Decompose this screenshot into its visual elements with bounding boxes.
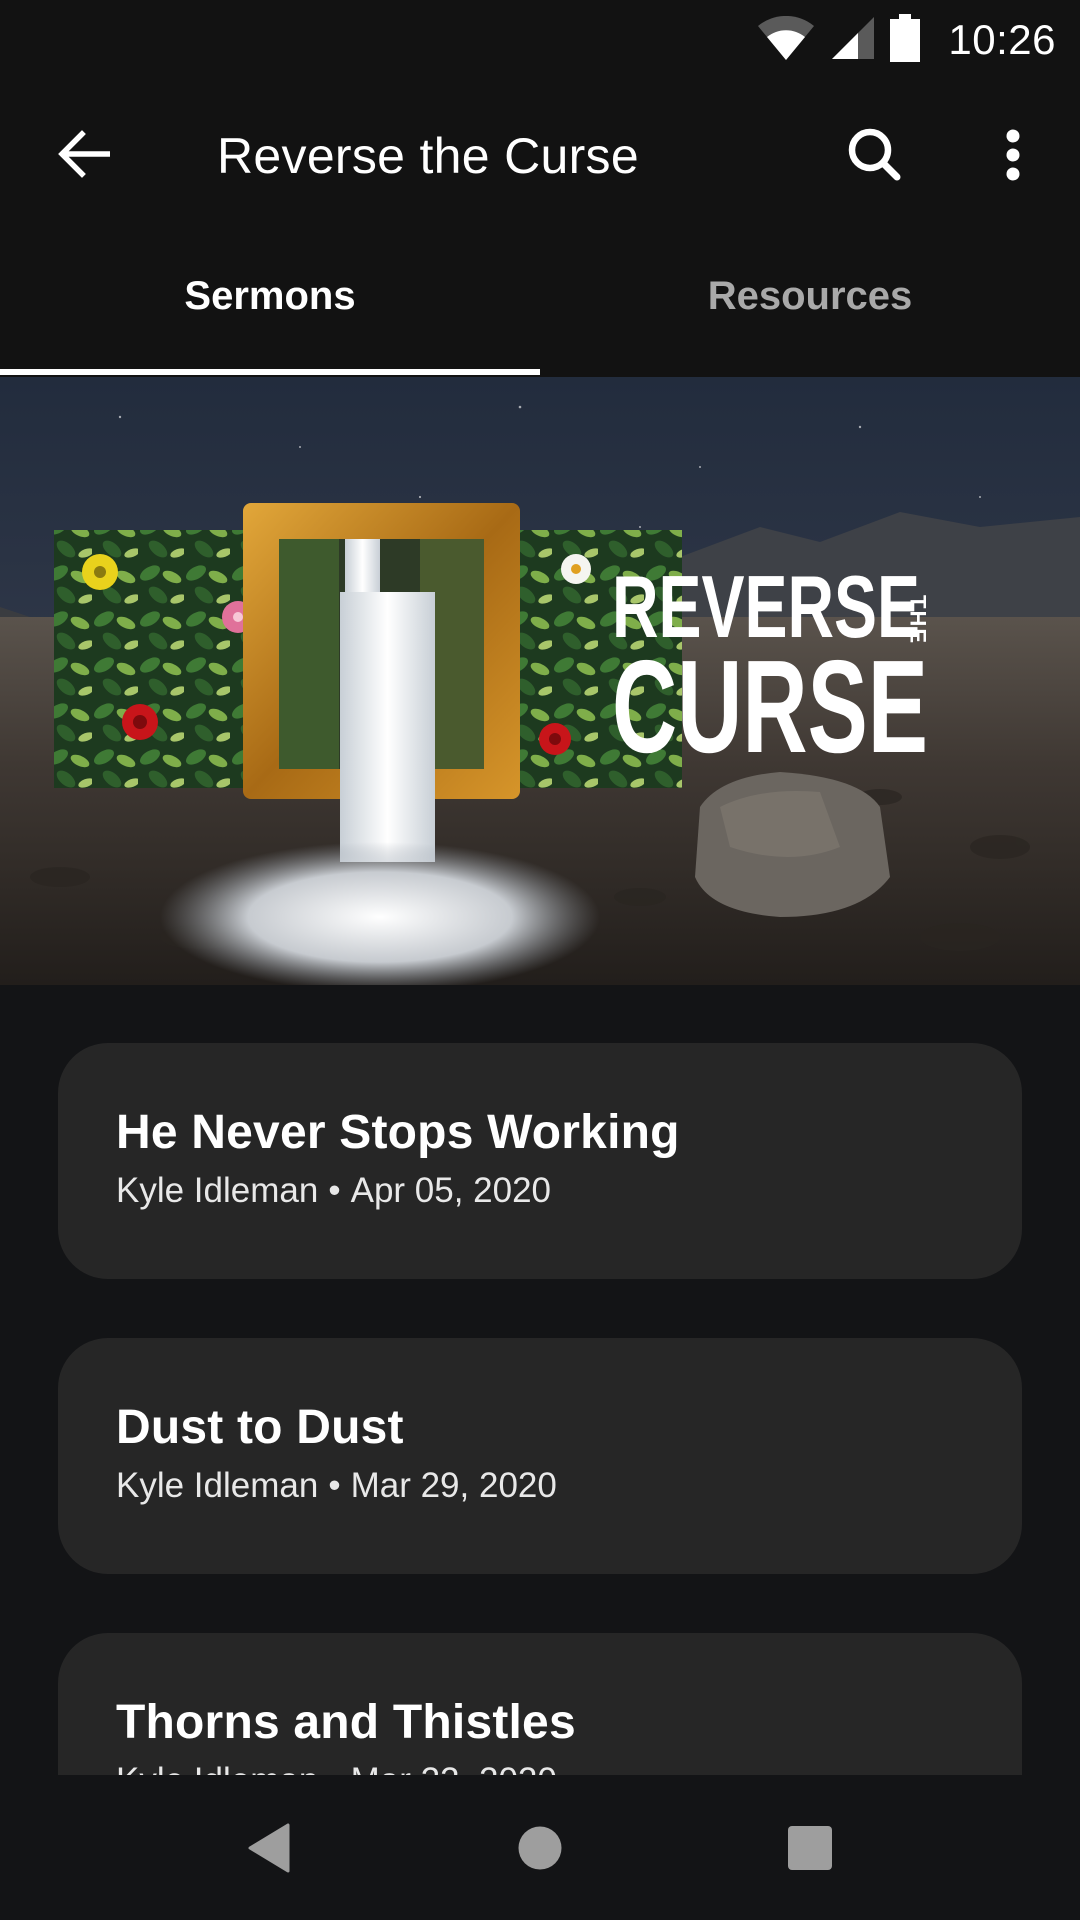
sermon-speaker: Kyle Idleman bbox=[116, 1761, 318, 1775]
more-vertical-icon bbox=[1005, 129, 1021, 186]
tab-bar: Sermons Resources bbox=[0, 230, 1080, 377]
sermon-card[interactable]: He Never Stops Working Kyle Idleman • Apr … bbox=[58, 1043, 1022, 1279]
tab-sermons-label: Sermons bbox=[184, 274, 356, 318]
back-button[interactable] bbox=[52, 124, 116, 188]
wifi-icon bbox=[756, 15, 816, 65]
sermon-meta: Kyle Idleman • Mar 22, 2020 bbox=[116, 1761, 557, 1775]
sermon-date: Mar 29, 2020 bbox=[350, 1466, 557, 1505]
search-icon bbox=[847, 127, 903, 188]
sermon-card[interactable]: Dust to Dust Kyle Idleman • Mar 29, 2020 bbox=[58, 1338, 1022, 1574]
sermon-speaker: Kyle Idleman bbox=[116, 1466, 319, 1505]
nav-recents-icon bbox=[787, 1825, 833, 1876]
status-time: 10:26 bbox=[948, 16, 1056, 63]
tab-resources[interactable]: Resources bbox=[540, 230, 1080, 377]
active-tab-indicator bbox=[0, 369, 540, 375]
sermon-title: Thorns and Thistles bbox=[116, 1696, 576, 1749]
sermon-date: Mar 22, 2020 bbox=[351, 1761, 557, 1775]
sermon-meta: Kyle Idleman • Mar 29, 2020 bbox=[116, 1466, 557, 1506]
sermon-list: He Never Stops Working Kyle Idleman • Apr … bbox=[0, 985, 1080, 1775]
nav-recents-button[interactable] bbox=[770, 1815, 850, 1885]
status-bar: 10:26 bbox=[0, 0, 1080, 80]
sermon-title: Dust to Dust bbox=[116, 1401, 404, 1454]
arrow-left-icon bbox=[58, 128, 111, 185]
separator-dot: • bbox=[328, 1761, 340, 1775]
nav-home-icon bbox=[517, 1825, 563, 1876]
nav-back-icon bbox=[246, 1823, 290, 1878]
sermon-date: Apr 05, 2020 bbox=[350, 1171, 552, 1210]
more-options-button[interactable] bbox=[985, 122, 1041, 192]
separator-dot: • bbox=[328, 1466, 341, 1505]
system-navigation-bar bbox=[0, 1775, 1080, 1920]
banner-artwork: REVERSE THE CURSE bbox=[0, 377, 1080, 985]
search-button[interactable] bbox=[840, 122, 910, 192]
sermon-meta: Kyle Idleman • Apr 05, 2020 bbox=[116, 1171, 551, 1211]
sermon-card[interactable]: Thorns and Thistles Kyle Idleman • Mar 22,… bbox=[58, 1633, 1022, 1775]
nav-home-button[interactable] bbox=[500, 1815, 580, 1885]
tab-resources-label: Resources bbox=[707, 274, 913, 318]
status-icons: 10:26 bbox=[756, 10, 1056, 70]
page-title: Reverse the Curse bbox=[217, 128, 639, 184]
app-toolbar: Reverse the Curse bbox=[0, 80, 1080, 230]
tab-sermons[interactable]: Sermons bbox=[0, 230, 540, 377]
sermon-speaker: Kyle Idleman bbox=[116, 1171, 319, 1210]
separator-dot: • bbox=[328, 1171, 341, 1210]
banner-word-curse: CURSE bbox=[612, 633, 928, 780]
nav-back-button[interactable] bbox=[228, 1815, 308, 1885]
cellular-signal-icon bbox=[830, 15, 876, 66]
sermon-title: He Never Stops Working bbox=[116, 1106, 680, 1159]
series-banner-image: REVERSE THE CURSE bbox=[0, 377, 1080, 985]
battery-icon bbox=[890, 13, 921, 67]
